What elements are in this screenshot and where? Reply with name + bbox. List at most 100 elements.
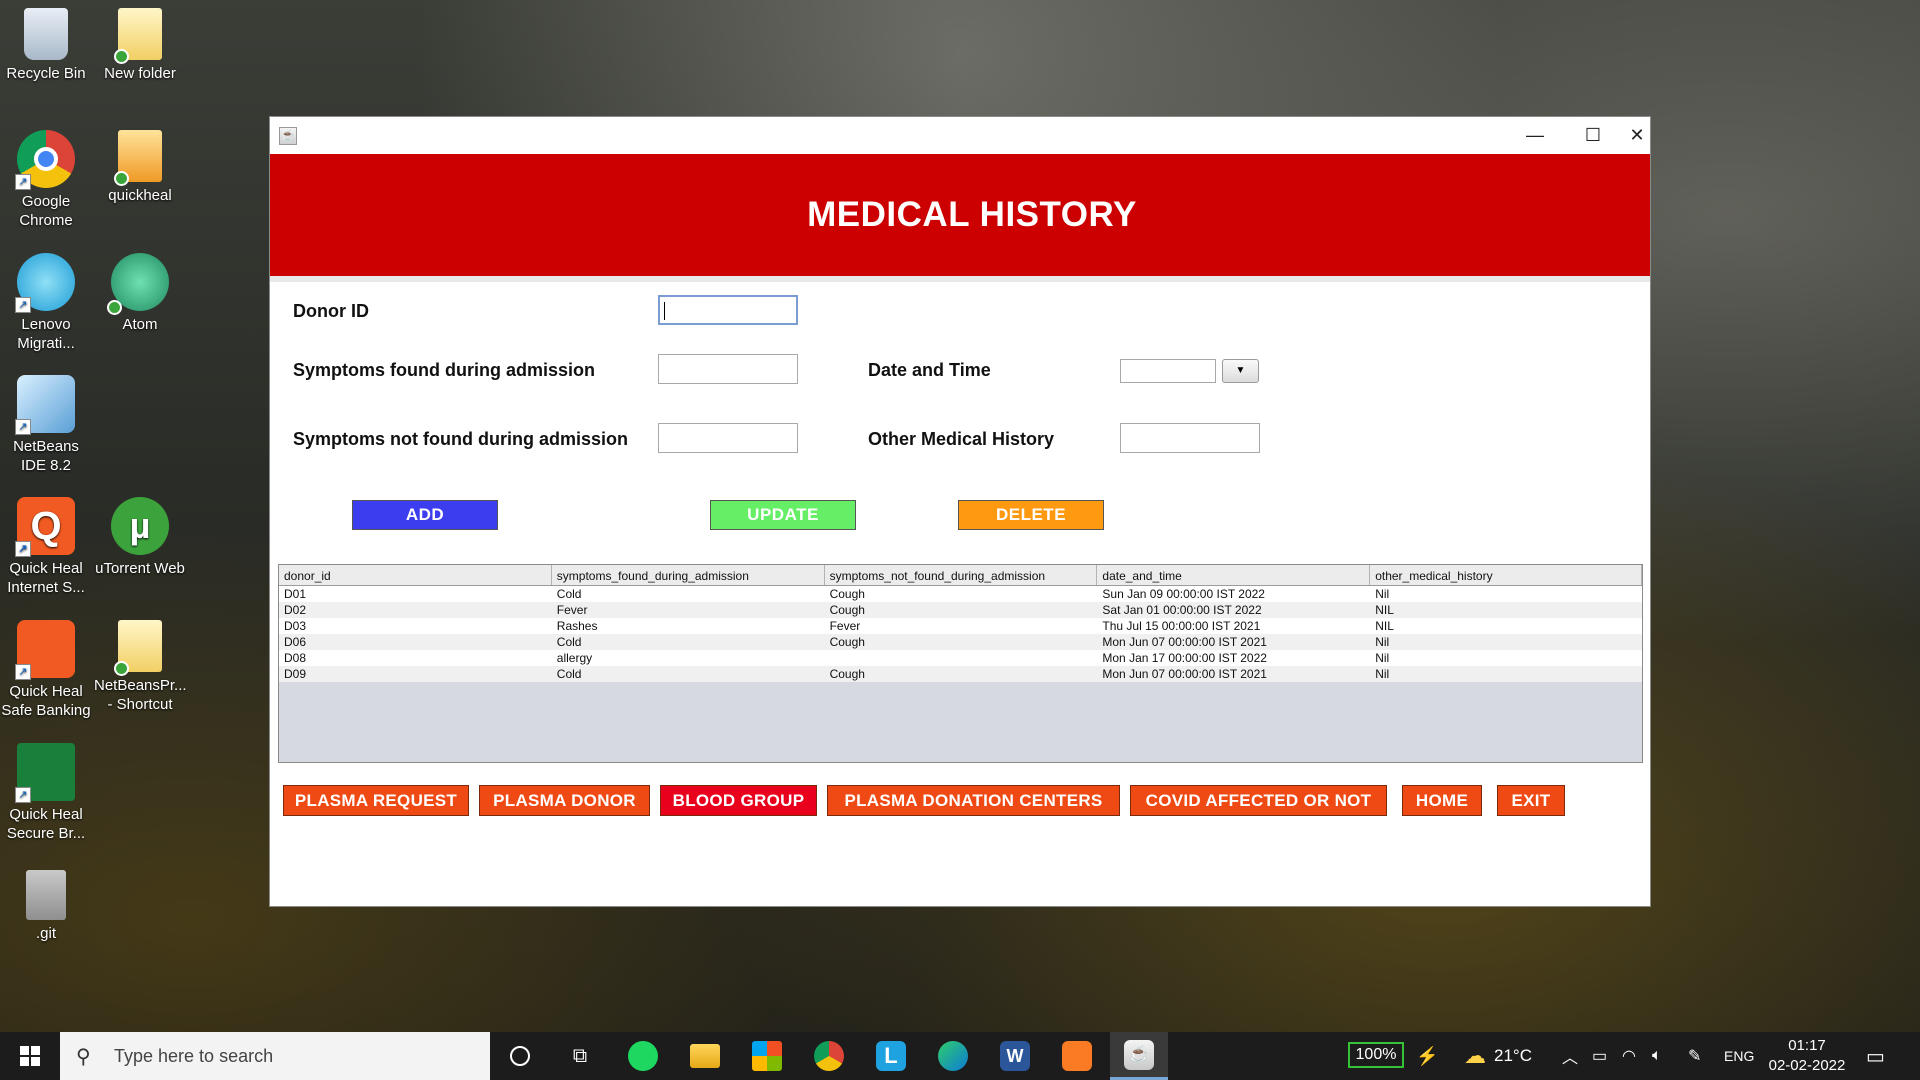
xampp-button[interactable] <box>1048 1032 1106 1080</box>
desktop-icon-recycle-bin[interactable]: Recycle Bin <box>0 8 92 83</box>
title-bar[interactable]: ☕ — ☐ ✕ <box>270 117 1650 154</box>
table-cell: Fever <box>556 603 588 617</box>
table-cell: Cough <box>829 587 865 601</box>
desktop-icon-netbeans[interactable]: ↗ NetBeans IDE 8.2 <box>0 375 92 475</box>
wifi-icon[interactable]: ◠ <box>1622 1032 1636 1080</box>
desktop-icon-atom[interactable]: Atom <box>94 253 186 334</box>
blood-group-button[interactable]: BLOOD GROUP <box>660 785 817 816</box>
clock[interactable]: 01:17 02-02-2022 <box>1752 1036 1862 1076</box>
desktop-icon-utorrent[interactable]: µ uTorrent Web <box>94 497 186 578</box>
desktop-icon-lenovo-migration[interactable]: ↗ Lenovo Migrati... <box>0 253 92 353</box>
table-row[interactable]: D03 Rashes Fever Thu Jul 15 00:00:00 IST… <box>279 618 1642 634</box>
table-cell: NIL <box>1375 619 1394 633</box>
table-cell: Mon Jun 07 00:00:00 IST 2021 <box>1102 667 1267 681</box>
pen-icon[interactable]: ✎ <box>1688 1032 1701 1080</box>
desktop-icon-label: Atom <box>122 316 158 333</box>
cortana-button[interactable] <box>491 1032 549 1080</box>
plasma-donation-centers-button[interactable]: PLASMA DONATION CENTERS <box>827 785 1120 816</box>
table-cell: Mon Jun 07 00:00:00 IST 2021 <box>1102 635 1267 649</box>
java-app-icon: ☕ <box>1124 1039 1154 1070</box>
quickheal-folder-icon <box>114 130 162 186</box>
chevron-up-icon: ︿ <box>1562 1050 1579 1067</box>
table-row[interactable]: D06 Cold Cough Mon Jun 07 00:00:00 IST 2… <box>279 634 1642 650</box>
desktop-icon-netbeans-shortcut[interactable]: NetBeansPr... - Shortcut <box>94 620 187 714</box>
edge-icon <box>938 1041 968 1071</box>
table-cell <box>825 650 1098 666</box>
date-time-input[interactable] <box>1120 359 1216 383</box>
plasma-request-button[interactable]: PLASMA REQUEST <box>283 785 469 816</box>
chrome-taskbar-button[interactable] <box>800 1032 858 1080</box>
volume-icon[interactable]: 🔈︎ <box>1652 1032 1662 1080</box>
table-cell: Thu Jul 15 00:00:00 IST 2021 <box>1102 619 1261 633</box>
spotify-button[interactable] <box>614 1032 672 1080</box>
desktop-icon-quickheal[interactable]: quickheal <box>94 130 186 205</box>
battery-icon[interactable]: ▭ <box>1592 1032 1607 1080</box>
close-button[interactable]: ✕ <box>1622 117 1652 154</box>
exit-button[interactable]: EXIT <box>1497 785 1565 816</box>
java-app-button[interactable]: ☕ <box>1110 1032 1168 1080</box>
table-row[interactable]: D09 Cold Cough Mon Jun 07 00:00:00 IST 2… <box>279 666 1642 682</box>
file-explorer-button[interactable] <box>676 1032 734 1080</box>
column-header[interactable]: other_medical_history <box>1370 565 1642 585</box>
desktop-icon-google-chrome[interactable]: ↗ Google Chrome <box>0 130 92 230</box>
donor-id-label: Donor ID <box>293 301 369 321</box>
table-cell: D02 <box>284 603 307 617</box>
chevron-down-icon: ▼ <box>1235 365 1246 376</box>
taskbar-search[interactable]: ⚲ Type here to search <box>60 1032 490 1080</box>
cortana-icon <box>510 1046 530 1066</box>
symptoms-not-found-input[interactable] <box>658 423 798 453</box>
start-button[interactable] <box>0 1032 60 1080</box>
desktop-icon-new-folder[interactable]: New folder <box>94 8 186 83</box>
word-button[interactable]: W <box>986 1032 1044 1080</box>
symptoms-found-input[interactable] <box>658 354 798 384</box>
desktop-icon-git[interactable]: .git <box>0 870 92 943</box>
home-button[interactable]: HOME <box>1402 785 1482 816</box>
other-history-input[interactable] <box>1120 423 1260 453</box>
date-picker-button[interactable]: ▼ <box>1222 359 1259 383</box>
table-cell: Cold <box>556 635 582 649</box>
column-header[interactable]: symptoms_found_during_admission <box>552 565 825 585</box>
table-row[interactable]: D02 Fever Cough Sat Jan 01 00:00:00 IST … <box>279 602 1642 618</box>
medical-history-table[interactable]: donor_id symptoms_found_during_admission… <box>278 564 1643 763</box>
update-button[interactable]: UPDATE <box>710 500 856 530</box>
atom-icon <box>107 253 169 315</box>
quickheal-safe-banking-icon: ↗ <box>15 620 75 680</box>
desktop-icon-label: Quick Heal Secure Br... <box>6 806 86 842</box>
language-indicator[interactable]: ENG <box>1724 1032 1754 1080</box>
minimize-button[interactable]: — <box>1506 117 1564 154</box>
lenovo-l-button[interactable]: L <box>862 1032 920 1080</box>
search-placeholder: Type here to search <box>114 1045 274 1066</box>
add-button[interactable]: ADD <box>352 500 498 530</box>
battery-percentage[interactable]: 100% <box>1348 1042 1404 1068</box>
desktop-icon-quickheal-internet-security[interactable]: Q ↗ Quick Heal Internet S... <box>0 497 92 597</box>
quickheal-secure-browser-icon: ↗ <box>15 743 75 803</box>
table-row[interactable]: D08 allergy Mon Jan 17 00:00:00 IST 2022… <box>279 650 1642 666</box>
desktop-icon-label: quickheal <box>108 187 172 204</box>
microsoft-store-icon <box>752 1041 782 1071</box>
table-body: D01 Cold Cough Sun Jan 09 00:00:00 IST 2… <box>279 586 1642 682</box>
desktop-icon-quickheal-secure-browser[interactable]: ↗ Quick Heal Secure Br... <box>0 743 92 843</box>
column-header[interactable]: date_and_time <box>1097 565 1371 585</box>
table-cell: Rashes <box>556 619 598 633</box>
microsoft-store-button[interactable] <box>738 1032 796 1080</box>
plasma-donor-button[interactable]: PLASMA DONOR <box>479 785 650 816</box>
edge-button[interactable] <box>924 1032 982 1080</box>
notification-center-button[interactable]: ▭ <box>1866 1032 1885 1080</box>
desktop-icon-quickheal-safe-banking[interactable]: ↗ Quick Heal Safe Banking <box>0 620 92 720</box>
desktop-icon-label: Lenovo Migrati... <box>17 316 75 352</box>
covid-affected-button[interactable]: COVID AFFECTED OR NOT <box>1130 785 1387 816</box>
weather-widget[interactable]: ☁ 21°C <box>1464 1032 1532 1080</box>
git-folder-icon <box>26 870 66 920</box>
temperature: 21°C <box>1494 1046 1532 1065</box>
table-row[interactable]: D01 Cold Cough Sun Jan 09 00:00:00 IST 2… <box>279 586 1642 602</box>
text-caret <box>664 302 665 320</box>
maximize-button[interactable]: ☐ <box>1564 117 1622 154</box>
table-cell: Nil <box>1375 635 1390 649</box>
medical-history-window: ☕ — ☐ ✕ MEDICAL HISTORY Donor ID Symptom… <box>269 116 1651 907</box>
donor-id-input[interactable] <box>658 295 798 325</box>
show-hidden-icons-button[interactable]: ︿ <box>1562 1032 1578 1080</box>
task-view-button[interactable]: ⧉ <box>551 1032 609 1080</box>
column-header[interactable]: symptoms_not_found_during_admission <box>825 565 1098 585</box>
delete-button[interactable]: DELETE <box>958 500 1104 530</box>
column-header[interactable]: donor_id <box>279 565 552 585</box>
